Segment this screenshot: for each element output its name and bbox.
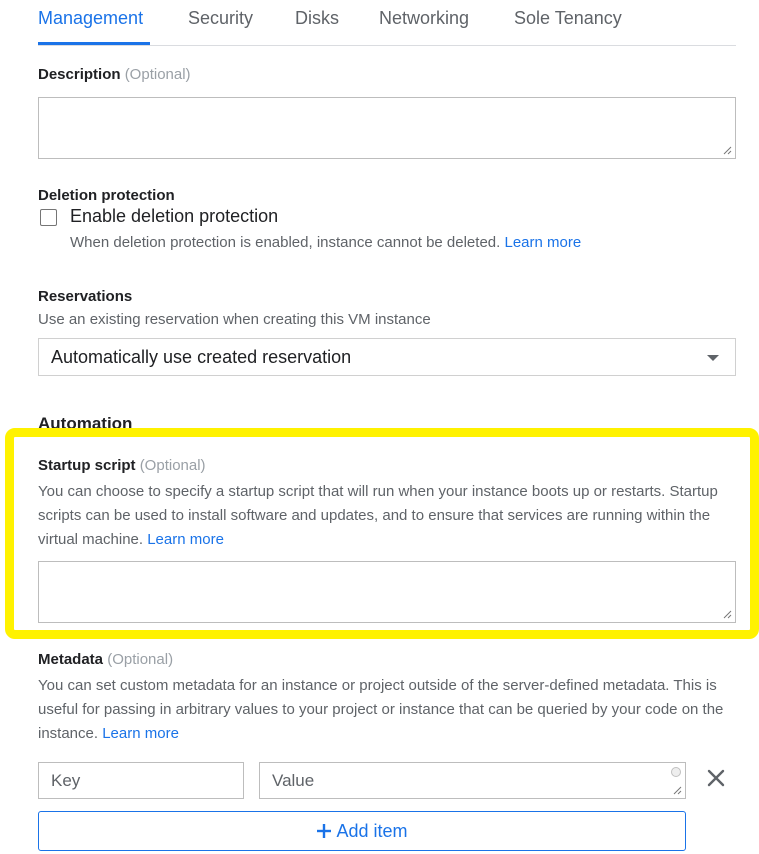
metadata-value-input[interactable]: Value <box>259 762 686 799</box>
active-tab-indicator <box>38 42 150 45</box>
remove-item-close-icon[interactable] <box>702 764 730 792</box>
reservations-selected-value: Automatically use created reservation <box>51 347 352 367</box>
deletion-protection-checkbox-label[interactable]: Enable deletion protection <box>70 206 278 227</box>
metadata-help: You can set custom metadata for an insta… <box>38 674 738 746</box>
startup-script-label: Startup script (Optional) <box>38 457 206 474</box>
tab-networking[interactable]: Networking <box>379 8 469 29</box>
metadata-key-placeholder: Key <box>51 771 81 790</box>
deletion-protection-learn-more-link[interactable]: Learn more <box>504 234 581 251</box>
startup-script-learn-more-link[interactable]: Learn more <box>147 531 224 548</box>
resize-grip-icon[interactable] <box>673 786 682 795</box>
tab-disks[interactable]: Disks <box>295 8 339 29</box>
description-label: Description (Optional) <box>38 66 191 83</box>
startup-script-help: You can choose to specify a startup scri… <box>38 480 738 552</box>
description-optional: (Optional) <box>124 66 191 83</box>
resize-grip-icon[interactable] <box>723 610 732 619</box>
add-item-button-content: Add item <box>39 821 685 842</box>
deletion-protection-help: When deletion protection is enabled, ins… <box>70 231 581 255</box>
add-item-label: Add item <box>336 821 408 841</box>
metadata-key-input[interactable]: Key <box>38 762 244 799</box>
startup-script-help-text: You can choose to specify a startup scri… <box>38 483 718 548</box>
startup-script-optional: (Optional) <box>139 457 206 474</box>
startup-script-label-text: Startup script <box>38 457 136 474</box>
reservations-help: Use an existing reservation when creatin… <box>38 311 431 328</box>
tab-bar: Management Security Disks Networking Sol… <box>38 0 736 46</box>
metadata-label-text: Metadata <box>38 651 104 668</box>
add-item-button[interactable]: Add item <box>38 811 686 851</box>
automation-heading: Automation <box>38 414 133 433</box>
deletion-protection-checkbox[interactable] <box>40 209 57 226</box>
tab-management[interactable]: Management <box>38 8 143 29</box>
metadata-label: Metadata (Optional) <box>38 651 173 668</box>
description-label-text: Description <box>38 66 121 83</box>
metadata-learn-more-link[interactable]: Learn more <box>102 725 179 742</box>
startup-script-textarea[interactable] <box>38 561 736 623</box>
dropdown-arrow-icon <box>707 355 719 361</box>
reservations-select[interactable]: Automatically use created reservation <box>38 338 736 376</box>
deletion-protection-label: Deletion protection <box>38 187 175 204</box>
tab-security[interactable]: Security <box>188 8 253 29</box>
resize-grip-icon[interactable] <box>723 146 732 155</box>
scroll-indicator-icon <box>671 767 681 777</box>
reservations-label: Reservations <box>38 288 133 305</box>
deletion-protection-help-text: When deletion protection is enabled, ins… <box>70 234 501 251</box>
description-textarea[interactable] <box>38 97 736 159</box>
tab-sole-tenancy[interactable]: Sole Tenancy <box>514 8 622 29</box>
metadata-optional: (Optional) <box>107 651 174 668</box>
metadata-value-placeholder: Value <box>272 771 315 790</box>
plus-icon <box>317 824 332 838</box>
